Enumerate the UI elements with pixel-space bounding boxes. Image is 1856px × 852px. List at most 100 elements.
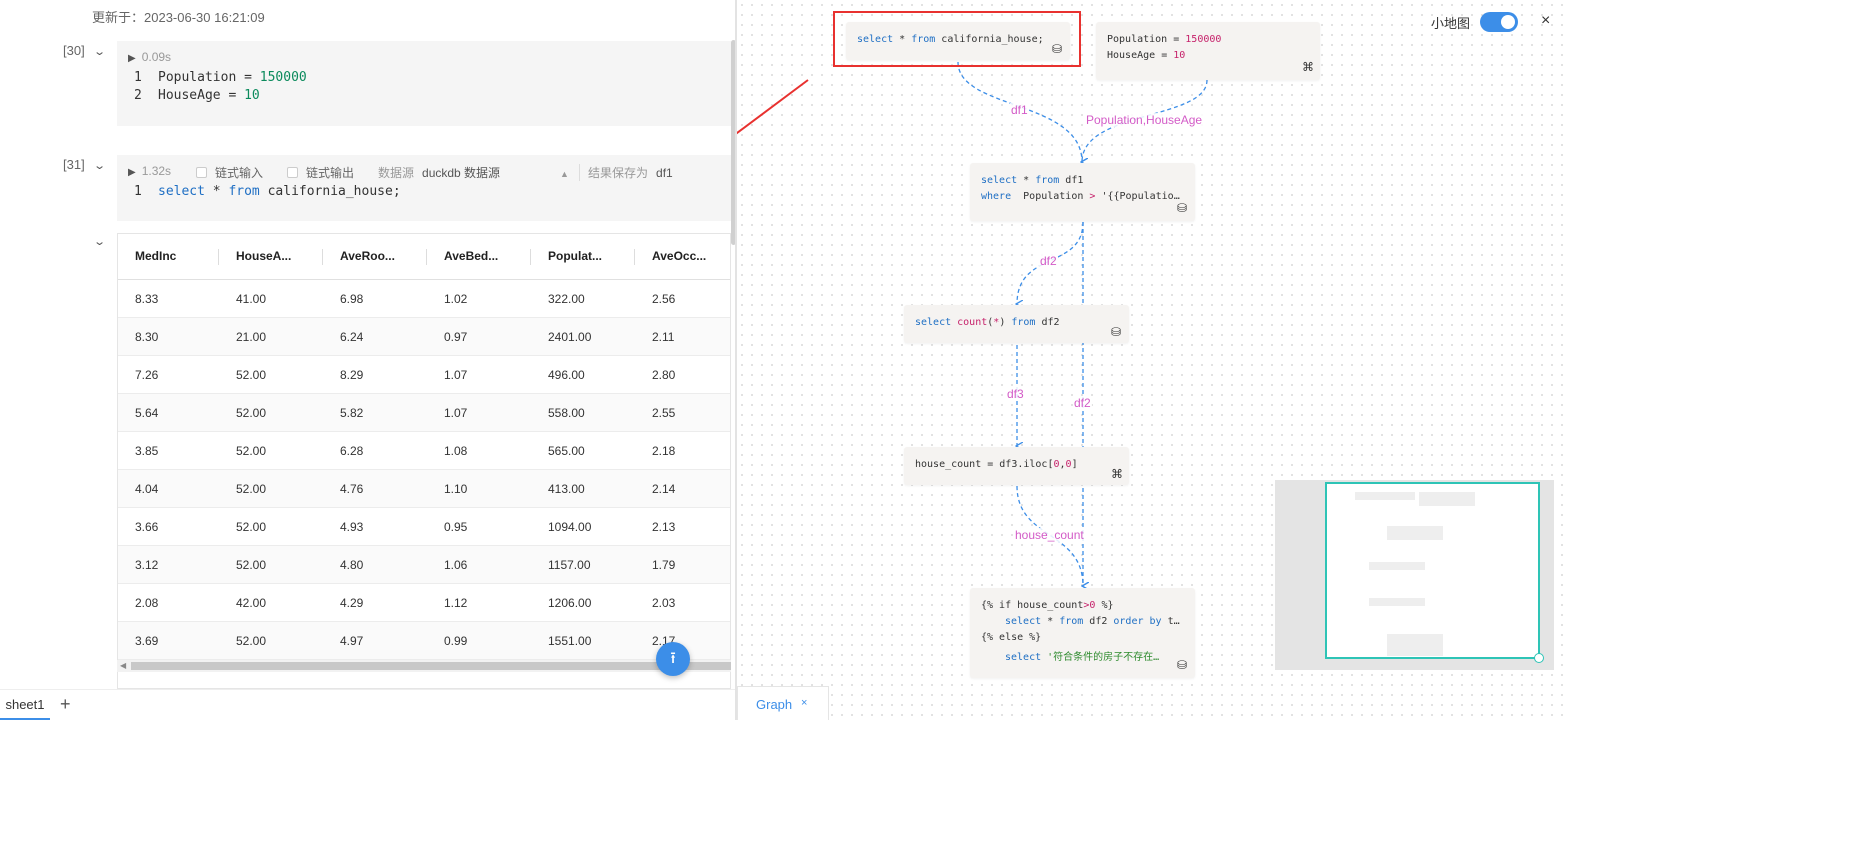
chain-output-option[interactable]: 链式输出	[287, 164, 354, 181]
graph-node-python[interactable]: house_count = df3.iloc[0,0] ⌘	[904, 447, 1129, 485]
table-cell: 1.08	[444, 444, 468, 458]
node-code: select * from california_house;	[857, 34, 1044, 45]
edge-label: df2	[1073, 396, 1092, 410]
collapse-chevron-icon[interactable]: ⌄	[93, 45, 106, 58]
code-text: =	[1167, 34, 1186, 45]
chain-input-checkbox[interactable]	[196, 167, 207, 178]
column-divider[interactable]	[634, 249, 635, 265]
table-cell: 1551.00	[548, 634, 592, 648]
column-header[interactable]: HouseA...	[236, 234, 291, 279]
table-row[interactable]: 4.04 52.00 4.76 1.10 413.00 2.14	[118, 470, 730, 508]
table-row[interactable]: 3.12 52.00 4.80 1.06 1157.00 1.79	[118, 546, 730, 584]
code-line[interactable]: 2 HouseAge = 10	[134, 88, 260, 103]
column-header[interactable]: AveOcc...	[652, 234, 706, 279]
table-row[interactable]: 3.69 52.00 4.97 0.99 1551.00 2.17	[118, 622, 730, 660]
minimap-node	[1355, 492, 1415, 500]
line-number: 1	[134, 184, 142, 199]
scrollbar-thumb[interactable]	[131, 662, 731, 670]
code-text: ]	[1071, 459, 1078, 470]
column-header[interactable]: Populat...	[548, 234, 602, 279]
tab-graph[interactable]: Graph ×	[737, 686, 829, 720]
back-to-top-icon[interactable]: ⭱	[656, 642, 690, 676]
table-cell: 565.00	[548, 444, 585, 458]
table-row[interactable]: 8.30 21.00 6.24 0.97 2401.00 2.11	[118, 318, 730, 356]
code-line[interactable]: 1 select * from california_house;	[134, 184, 401, 199]
chain-input-label: 链式输入	[215, 166, 264, 180]
table-cell: 2.80	[652, 368, 676, 382]
minimap-node	[1369, 562, 1425, 570]
table-row[interactable]: 8.33 41.00 6.98 1.02 322.00 2.56	[118, 280, 730, 318]
column-header[interactable]: AveBed...	[444, 234, 498, 279]
table-cell: 3.12	[135, 558, 159, 572]
code-keyword: from	[911, 34, 936, 45]
minimap-resize-handle[interactable]	[1534, 653, 1544, 663]
graph-node-sql[interactable]: select count(*) from df2 ⛁	[904, 305, 1129, 343]
caret-up-icon[interactable]: ▲	[560, 169, 569, 179]
graph-node-sql[interactable]: select * from california_house; ⛁	[846, 22, 1070, 60]
column-divider[interactable]	[218, 249, 219, 265]
code-var: HouseAge	[158, 88, 221, 103]
table-row[interactable]: 7.26 52.00 8.29 1.07 496.00 2.80	[118, 356, 730, 394]
table-cell: 2.08	[135, 596, 159, 610]
table-cell: 8.29	[340, 368, 364, 382]
save-result-field[interactable]: 结果保存为 df1	[579, 164, 673, 181]
scroll-left-icon[interactable]: ◀	[120, 660, 126, 672]
chain-input-option[interactable]: 链式输入	[196, 164, 263, 181]
run-icon[interactable]: ▶	[128, 167, 136, 178]
code-cell-30[interactable]: ▶ 0.09s 1 Population = 150000 2 HouseAge = …	[117, 41, 731, 126]
table-cell: 4.80	[340, 558, 364, 572]
cell-number: [30]	[63, 43, 85, 58]
table-row[interactable]: 3.66 52.00 4.93 0.95 1094.00 2.13	[118, 508, 730, 546]
collapse-chevron-icon[interactable]: ⌄	[93, 159, 106, 172]
add-sheet-button[interactable]: +	[60, 694, 71, 715]
table-cell: 0.97	[444, 330, 468, 344]
minimap[interactable]	[1275, 480, 1554, 670]
node-code: Population = 150000	[1107, 34, 1221, 45]
datasource-select[interactable]: 数据源 duckdb 数据源 ▲	[378, 164, 569, 181]
run-icon[interactable]: ▶	[128, 53, 136, 64]
code-text: *	[1041, 616, 1060, 627]
chain-output-checkbox[interactable]	[287, 167, 298, 178]
table-cell: 2401.00	[548, 330, 592, 344]
column-header[interactable]: MedInc	[135, 234, 176, 279]
table-cell: 52.00	[236, 558, 267, 572]
code-text: df2	[1083, 616, 1114, 627]
table-cell: 6.98	[340, 292, 364, 306]
close-icon[interactable]: ×	[1541, 12, 1550, 30]
collapse-chevron-icon[interactable]: ⌄	[93, 235, 106, 248]
tab-sheet1[interactable]: sheet1	[0, 690, 50, 720]
close-tab-icon[interactable]: ×	[801, 697, 807, 709]
table-row[interactable]: 5.64 52.00 5.82 1.07 558.00 2.55	[118, 394, 730, 432]
run-time: 1.32s	[141, 164, 172, 178]
minimap-viewport[interactable]	[1325, 482, 1540, 659]
graph-node-sql[interactable]: select * from df1 where Population > '{{…	[970, 163, 1195, 221]
column-divider[interactable]	[530, 249, 531, 265]
table-cell: 3.69	[135, 634, 159, 648]
column-header[interactable]: AveRoo...	[340, 234, 395, 279]
table-cell: 52.00	[236, 406, 267, 420]
code-text: df2	[1035, 317, 1060, 328]
code-string: '符合条件的房子不存在…	[1041, 652, 1160, 663]
code-text: %}	[1095, 600, 1114, 611]
save-value[interactable]: df1	[656, 166, 673, 180]
chain-output-label: 链式输出	[306, 166, 355, 180]
code-keyword: where	[981, 191, 1012, 202]
node-code: select count(*) from df2	[915, 317, 1060, 328]
table-cell: 52.00	[236, 368, 267, 382]
code-text: *	[1017, 175, 1036, 186]
table-cell: 1.79	[652, 558, 676, 572]
column-divider[interactable]	[426, 249, 427, 265]
graph-node-python[interactable]: Population = 150000 HouseAge = 10 ⌘	[1096, 22, 1320, 80]
code-keyword: select	[857, 34, 894, 45]
code-line[interactable]: 1 Population = 150000	[134, 70, 307, 85]
table-row[interactable]: 2.08 42.00 4.29 1.12 1206.00 2.03	[118, 584, 730, 622]
horizontal-scrollbar[interactable]: ◀	[117, 660, 731, 672]
table-row[interactable]: 3.85 52.00 6.28 1.08 565.00 2.18	[118, 432, 730, 470]
node-code: where Population > '{{Populatio…	[981, 191, 1180, 202]
graph-node-sql[interactable]: {% if house_count>0 %} select * from df2…	[970, 588, 1195, 678]
table-cell: 322.00	[548, 292, 585, 306]
table-cell: 1.07	[444, 406, 468, 420]
minimap-toggle[interactable]	[1480, 12, 1518, 32]
column-divider[interactable]	[322, 249, 323, 265]
table-cell: 6.28	[340, 444, 364, 458]
